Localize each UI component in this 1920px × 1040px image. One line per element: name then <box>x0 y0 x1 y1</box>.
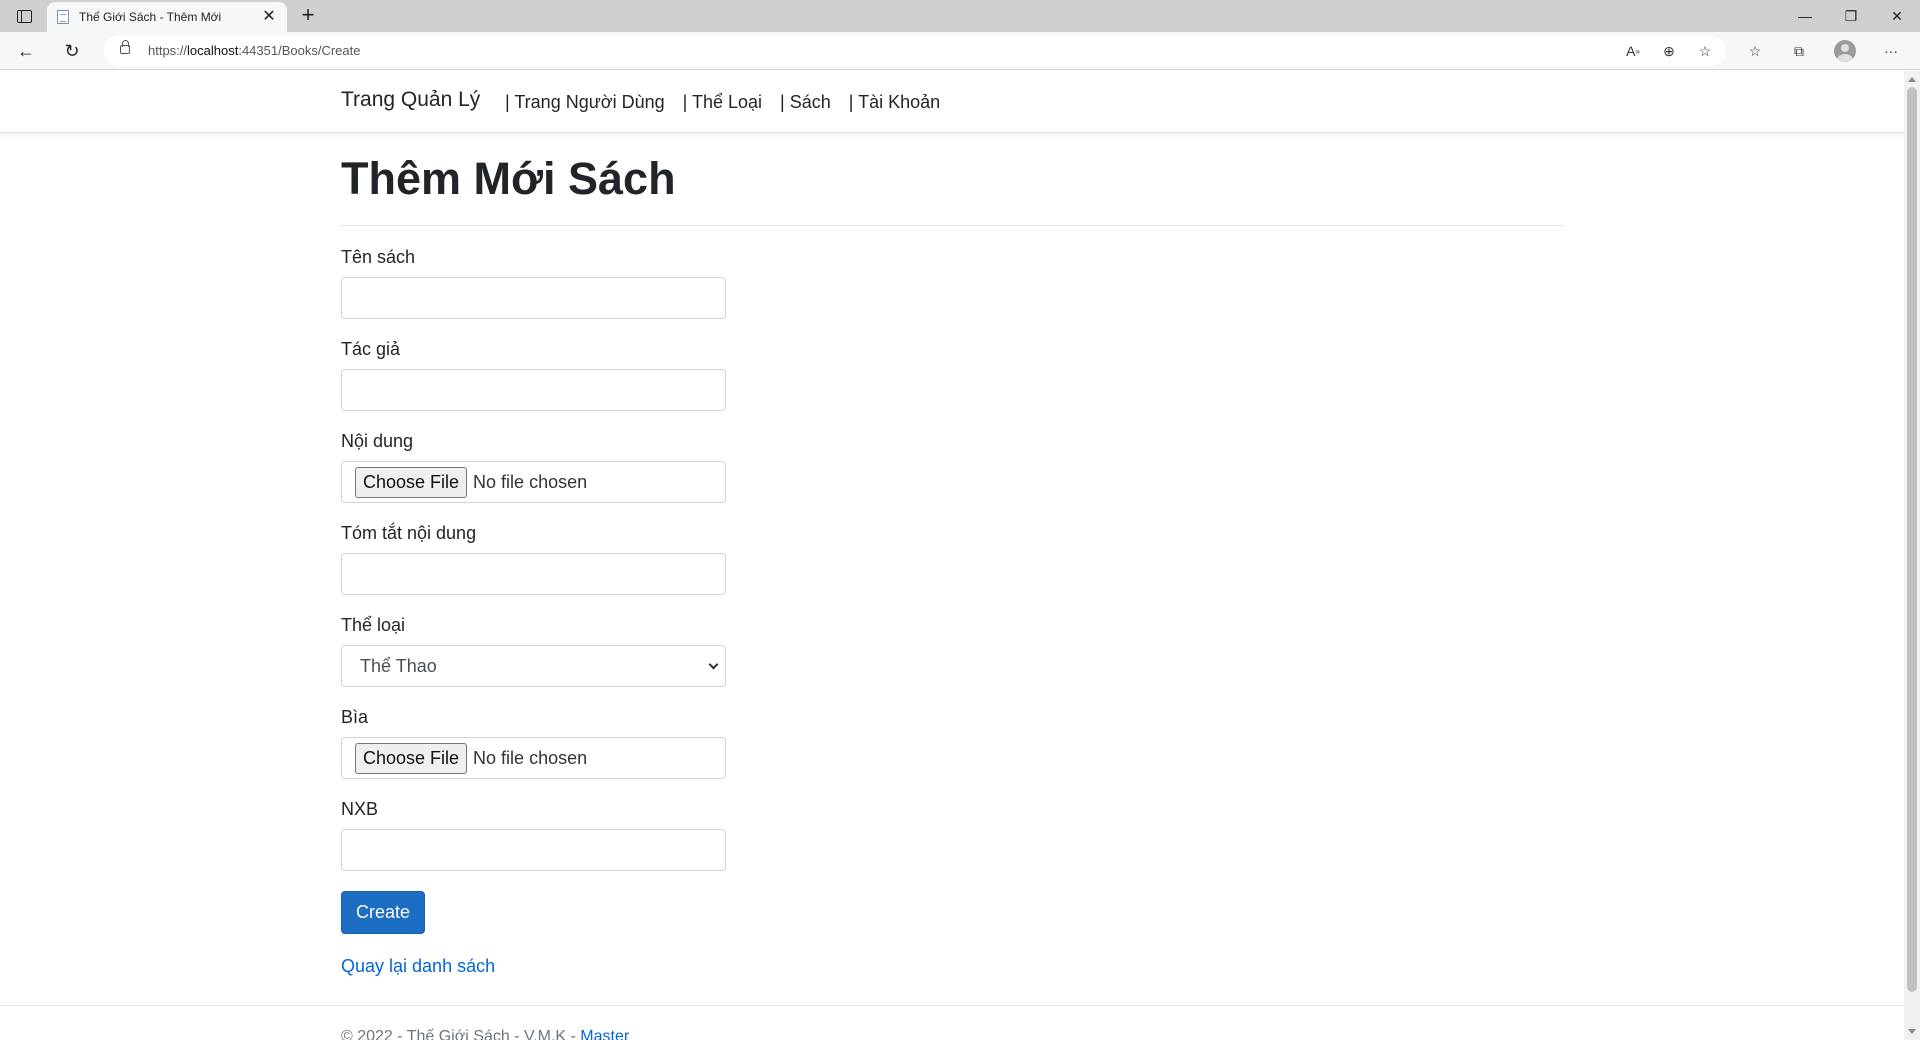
favorites-list-icon[interactable]: ☆ <box>1742 39 1768 63</box>
nxb-label: NXB <box>341 799 379 819</box>
back-to-list-link[interactable]: Quay lại danh sách <box>341 956 726 977</box>
ten-sach-label: Tên sách <box>341 247 416 267</box>
scroll-down-icon[interactable] <box>1908 1029 1916 1034</box>
bia-file-status: No file chosen <box>473 747 588 768</box>
page-title: Thêm Mới Sách <box>341 153 676 204</box>
noi-dung-file-input[interactable]: Choose File No file chosen <box>341 461 726 503</box>
tac-gia-input[interactable] <box>341 369 726 411</box>
footer-link[interactable]: Master <box>580 1028 629 1040</box>
zoom-icon[interactable]: ⊕ <box>1656 39 1682 63</box>
nxb-input[interactable] <box>341 829 726 871</box>
site-navbar: Trang Quản Lý | Trang Người Dùng | Thể L… <box>0 71 1904 133</box>
field-group-tac-gia: Tác giả <box>341 338 726 411</box>
scroll-up-icon[interactable] <box>1908 77 1916 82</box>
tom-tat-label: Tóm tắt nội dung <box>341 523 477 543</box>
the-loai-label: Thể loại <box>341 615 406 635</box>
nav-link-trang-nguoi-dung[interactable]: | Trang Người Dùng <box>505 92 665 113</box>
profile-avatar-icon[interactable] <box>1832 39 1858 63</box>
bia-file-input[interactable]: Choose File No file chosen <box>341 737 726 779</box>
noi-dung-label: Nội dung <box>341 431 414 451</box>
tab-close-icon[interactable]: ✕ <box>261 9 277 25</box>
browser-tab-bar: Thế Giới Sách - Thêm Mới ✕ + — ❐ ✕ <box>0 0 1920 32</box>
page-scrollbar[interactable] <box>1904 71 1920 1040</box>
tab-actions-icon[interactable] <box>10 6 38 26</box>
page-viewport: Trang Quản Lý | Trang Người Dùng | Thể L… <box>0 71 1904 1040</box>
lock-icon[interactable] <box>120 40 130 54</box>
nav-links: | Trang Người Dùng | Thể Loại | Sách | T… <box>505 92 958 113</box>
favorite-star-icon[interactable]: ☆ <box>1692 39 1718 63</box>
page-favicon-icon <box>57 10 69 24</box>
bia-choose-file-button[interactable]: Choose File <box>355 742 468 774</box>
refresh-icon[interactable]: ↻ <box>58 39 86 63</box>
back-arrow-icon[interactable]: ← <box>12 39 40 63</box>
the-loai-select[interactable]: Thể Thao <box>341 645 726 687</box>
divider <box>341 225 1563 226</box>
footer: © 2022 - Thế Giới Sách - V.M.K - Master <box>0 1005 1904 1040</box>
window-close-icon[interactable]: ✕ <box>1874 0 1920 32</box>
new-tab-icon[interactable]: + <box>296 4 320 28</box>
field-group-the-loai: Thể loại Thể Thao <box>341 614 726 687</box>
field-group-ten-sach: Tên sách <box>341 246 726 319</box>
nav-link-tai-khoan[interactable]: | Tài Khoản <box>849 92 940 113</box>
field-group-noi-dung: Nội dung Choose File No file chosen <box>341 430 726 503</box>
read-aloud-icon[interactable]: A» <box>1620 39 1646 63</box>
url-text: https://localhost:44351/Books/Create <box>148 43 361 58</box>
address-bar: ← ↻ https://localhost:44351/Books/Create… <box>0 32 1920 70</box>
scrollbar-thumb[interactable] <box>1907 87 1917 992</box>
field-group-tom-tat: Tóm tắt nội dung <box>341 522 726 595</box>
browser-tab[interactable]: Thế Giới Sách - Thêm Mới ✕ <box>47 2 287 32</box>
nav-link-the-loai[interactable]: | Thể Loại <box>683 92 762 113</box>
ten-sach-input[interactable] <box>341 277 726 319</box>
restore-icon[interactable]: ❐ <box>1828 0 1874 32</box>
collections-icon[interactable]: ⧉ <box>1786 39 1812 63</box>
create-book-form: Tên sách Tác giả Nội dung Choose File No… <box>341 246 726 977</box>
tab-title: Thế Giới Sách - Thêm Mới <box>79 10 222 24</box>
noi-dung-choose-file-button[interactable]: Choose File <box>355 466 468 498</box>
url-field[interactable]: https://localhost:44351/Books/Create <box>104 36 1726 66</box>
main-content: Thêm Mới Sách Tên sách Tác giả Nội dung … <box>341 133 1563 977</box>
more-menu-icon[interactable]: ··· <box>1878 39 1904 63</box>
brand-link[interactable]: Trang Quản Lý <box>341 88 480 112</box>
nav-link-sach[interactable]: | Sách <box>780 92 831 113</box>
field-group-bia: Bìa Choose File No file chosen <box>341 706 726 779</box>
field-group-nxb: NXB <box>341 798 726 871</box>
footer-text: © 2022 - Thế Giới Sách - V.M.K - Master <box>341 1028 629 1040</box>
tom-tat-input[interactable] <box>341 553 726 595</box>
chevron-down-icon <box>708 659 719 670</box>
tac-gia-label: Tác giả <box>341 339 401 359</box>
noi-dung-file-status: No file chosen <box>473 471 588 492</box>
minimize-icon[interactable]: — <box>1782 0 1828 32</box>
create-button[interactable]: Create <box>341 891 426 934</box>
bia-label: Bìa <box>341 707 369 727</box>
the-loai-selected-value: Thể Thao <box>360 655 437 676</box>
